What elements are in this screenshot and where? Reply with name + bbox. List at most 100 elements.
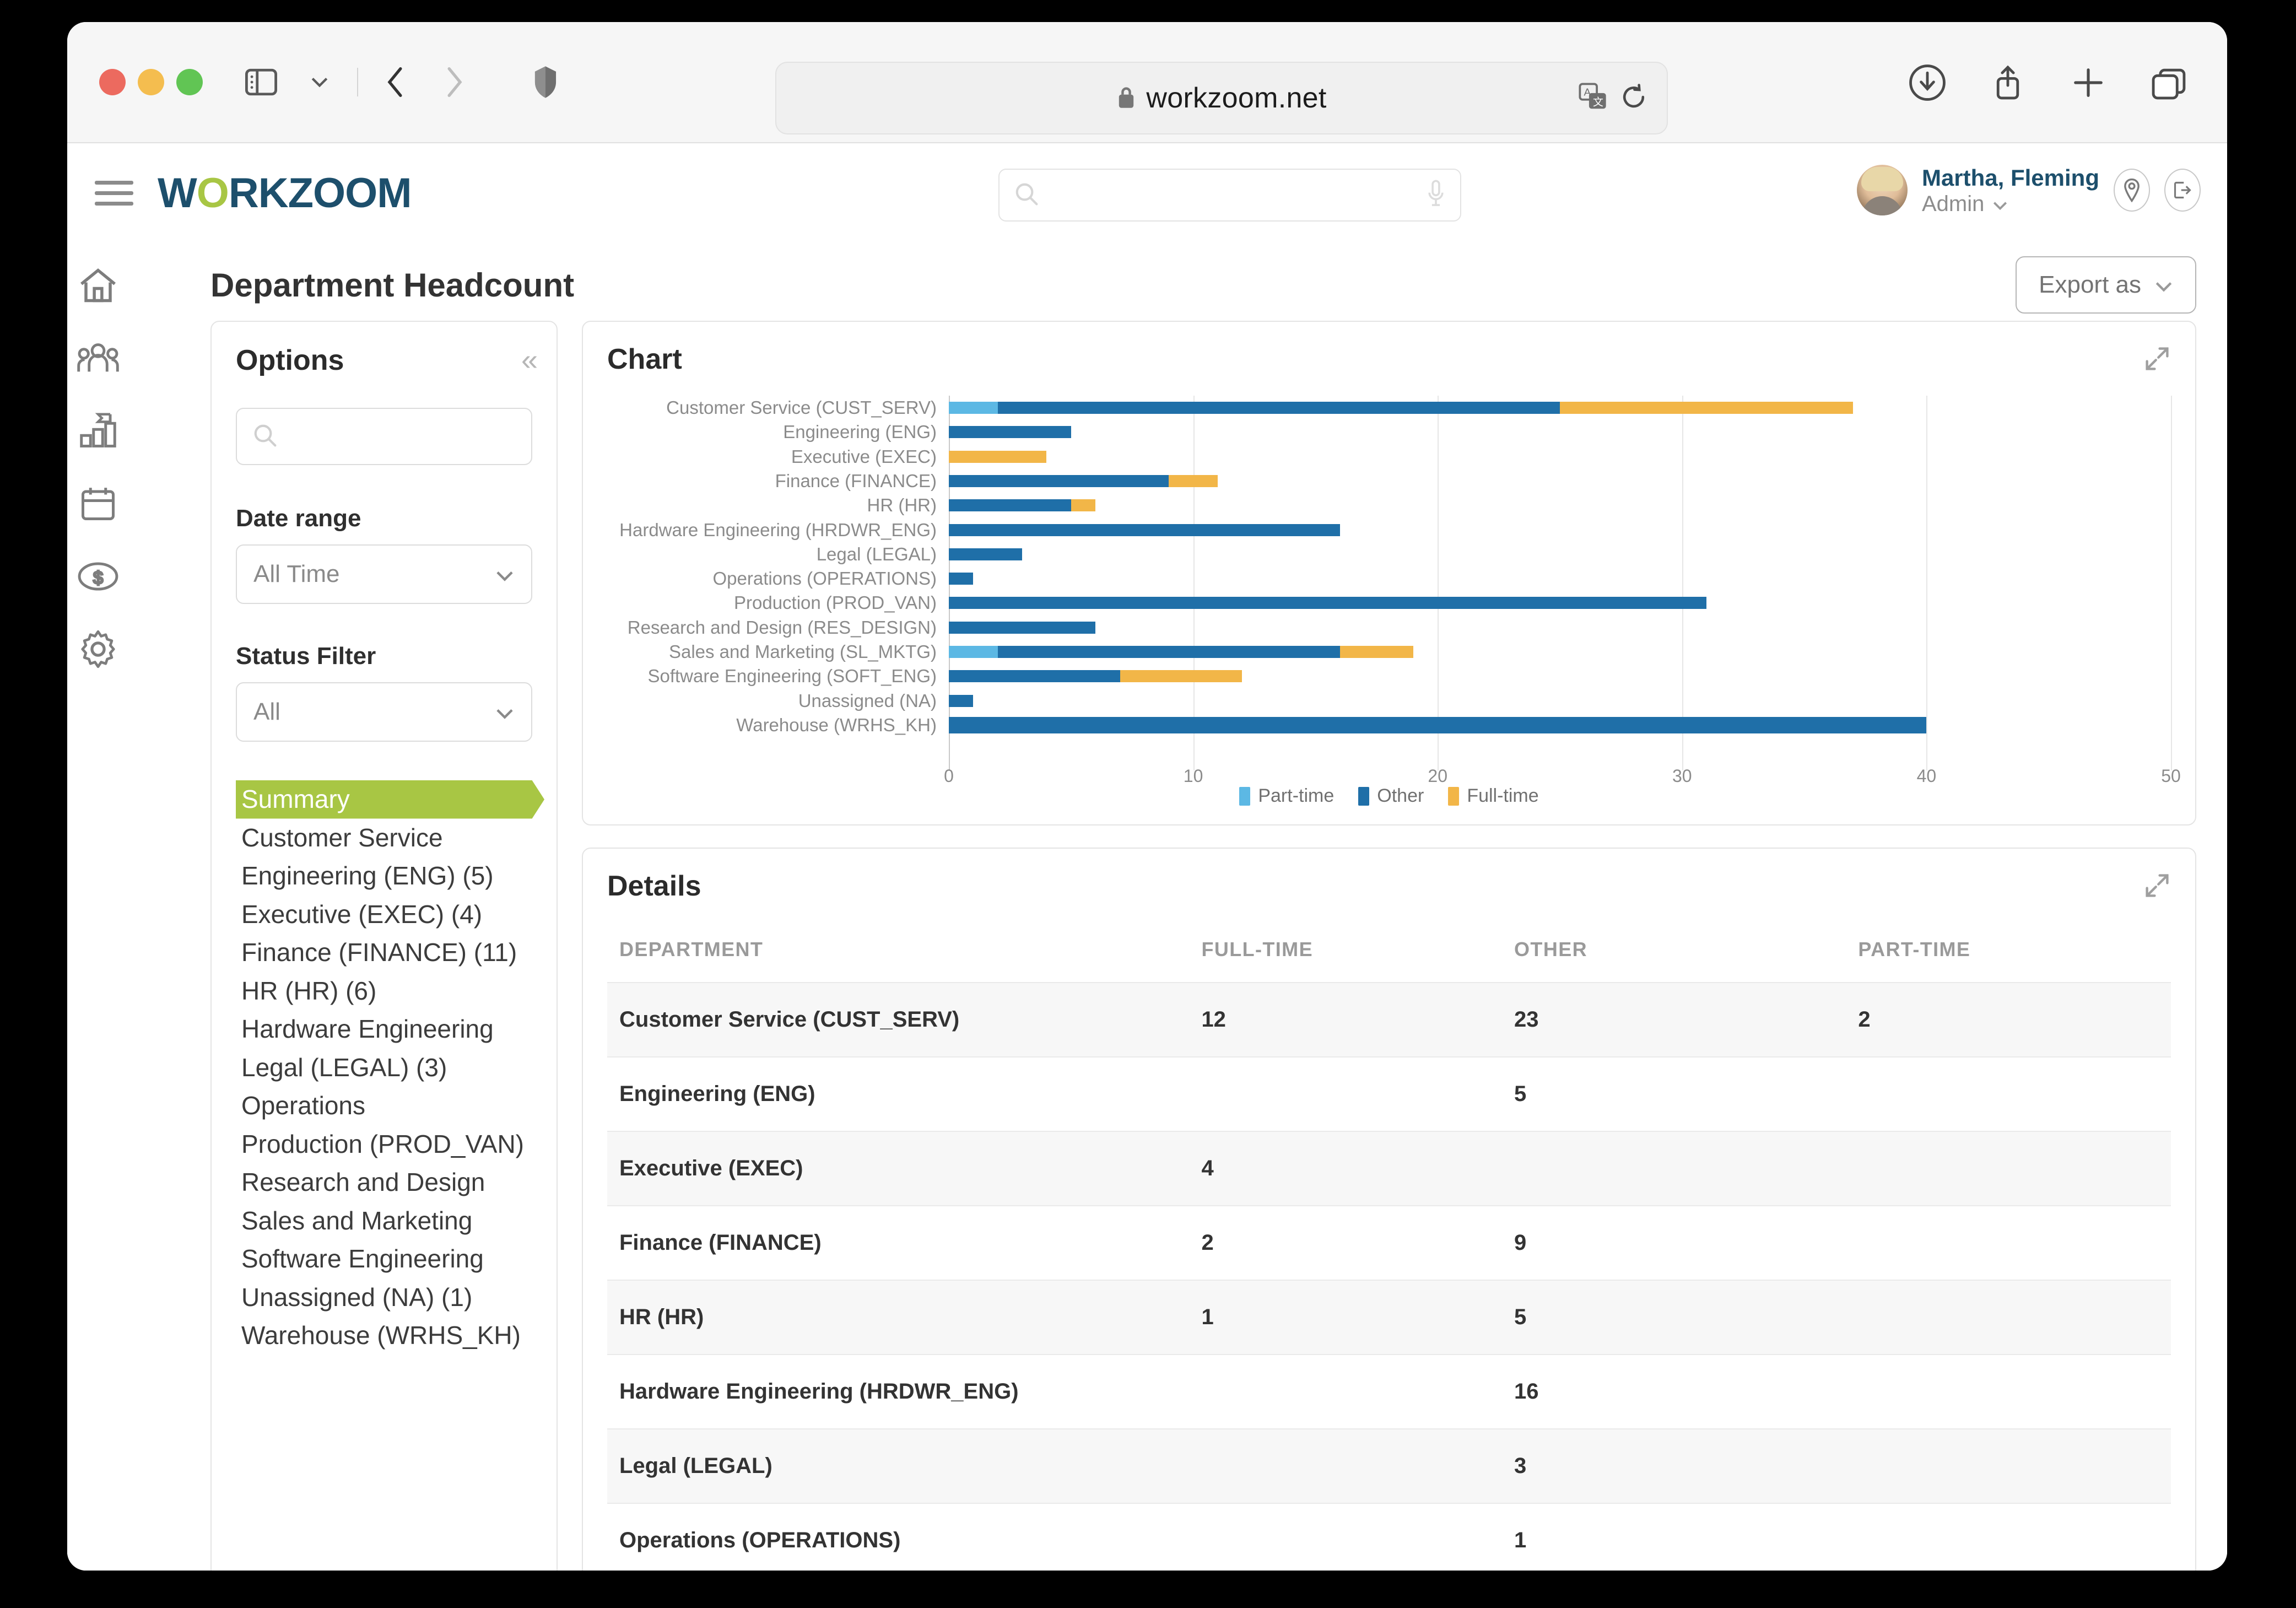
chart-row[interactable]: Hardware Engineering (HRDWR_ENG): [607, 517, 2171, 542]
sidebar-toggle-icon[interactable]: [235, 56, 288, 109]
bar-segment-full[interactable]: [1120, 670, 1242, 683]
department-item[interactable]: Production (PROD_VAN): [236, 1125, 532, 1164]
table-row[interactable]: Operations (OPERATIONS) 1: [607, 1503, 2171, 1571]
stacked-bar[interactable]: [949, 716, 2171, 733]
table-column-header[interactable]: DEPARTMENT: [607, 928, 1201, 983]
address-bar[interactable]: workzoom.net A文: [775, 62, 1668, 134]
chart-row[interactable]: Sales and Marketing (SL_MKTG): [607, 640, 2171, 664]
department-item[interactable]: Legal (LEGAL) (3): [236, 1049, 532, 1087]
table-row[interactable]: Executive (EXEC) 4: [607, 1131, 2171, 1206]
bar-segment-full[interactable]: [1339, 645, 1413, 658]
bar-segment-other[interactable]: [949, 716, 1927, 733]
chart-row[interactable]: Finance (FINANCE): [607, 469, 2171, 493]
legend-item[interactable]: Full-time: [1448, 785, 1539, 807]
maximize-window-button[interactable]: [176, 69, 203, 95]
department-item[interactable]: Warehouse (WRHS_KH): [236, 1316, 532, 1355]
stacked-bar[interactable]: [949, 670, 2171, 683]
department-item[interactable]: Executive (EXEC) (4): [236, 895, 532, 934]
department-item[interactable]: Research and Design: [236, 1163, 532, 1202]
table-row[interactable]: HR (HR) 1 5: [607, 1280, 2171, 1355]
settings-gear-icon[interactable]: [77, 628, 119, 670]
table-row[interactable]: Customer Service (CUST_SERV) 12 23 2: [607, 983, 2171, 1057]
chart-row[interactable]: Production (PROD_VAN): [607, 591, 2171, 615]
chart-row[interactable]: Warehouse (WRHS_KH): [607, 713, 2171, 737]
stacked-bar[interactable]: [949, 474, 2171, 487]
table-row[interactable]: Legal (LEGAL) 3: [607, 1429, 2171, 1503]
chart-row[interactable]: Legal (LEGAL): [607, 542, 2171, 566]
bar-segment-part[interactable]: [949, 402, 998, 414]
department-item[interactable]: Hardware Engineering: [236, 1010, 532, 1049]
reload-icon[interactable]: [1620, 83, 1647, 113]
shield-icon[interactable]: [519, 56, 572, 109]
stacked-bar[interactable]: [949, 573, 2171, 585]
bar-segment-other[interactable]: [949, 548, 1023, 560]
chart-row[interactable]: Executive (EXEC): [607, 445, 2171, 469]
close-window-button[interactable]: [99, 69, 126, 95]
performance-chart-icon[interactable]: [77, 410, 119, 452]
bar-segment-other[interactable]: [949, 474, 1169, 487]
collapse-panel-icon[interactable]: «: [521, 345, 538, 375]
plus-icon[interactable]: [2062, 56, 2115, 109]
table-column-header[interactable]: OTHER: [1514, 928, 1858, 983]
chart-row[interactable]: Software Engineering (SOFT_ENG): [607, 664, 2171, 688]
chart-row[interactable]: Customer Service (CUST_SERV): [607, 396, 2171, 420]
chart-row[interactable]: Operations (OPERATIONS): [607, 566, 2171, 591]
menu-hamburger-icon[interactable]: [95, 180, 133, 206]
minimize-window-button[interactable]: [138, 69, 164, 95]
bar-segment-other[interactable]: [949, 694, 974, 707]
options-search-input[interactable]: [236, 408, 532, 465]
department-item[interactable]: Sales and Marketing: [236, 1202, 532, 1240]
table-column-header[interactable]: PART-TIME: [1858, 928, 2171, 983]
translate-icon[interactable]: A文: [1579, 82, 1607, 114]
department-item[interactable]: Finance (FINANCE) (11): [236, 933, 532, 972]
back-arrow-icon[interactable]: [369, 56, 422, 109]
download-icon[interactable]: [1901, 56, 1954, 109]
department-item[interactable]: Operations: [236, 1087, 532, 1125]
bar-segment-full[interactable]: [949, 450, 1047, 463]
stacked-bar[interactable]: [949, 450, 2171, 463]
bar-segment-full[interactable]: [1169, 474, 1218, 487]
people-icon[interactable]: [77, 337, 119, 379]
logout-icon[interactable]: [2164, 169, 2201, 212]
tab-overview-icon[interactable]: [2142, 56, 2195, 109]
bar-segment-other[interactable]: [949, 499, 1071, 512]
date-range-select[interactable]: All Time: [236, 544, 532, 604]
calendar-icon[interactable]: [77, 483, 119, 525]
stacked-bar[interactable]: [949, 524, 2171, 536]
bar-segment-other[interactable]: [949, 621, 1096, 634]
bar-segment-other[interactable]: [949, 524, 1340, 536]
location-pin-icon[interactable]: [2114, 169, 2150, 212]
bar-segment-other[interactable]: [949, 573, 974, 585]
department-item[interactable]: Engineering (ENG) (5): [236, 857, 532, 895]
export-as-button[interactable]: Export as: [2016, 256, 2196, 314]
home-icon[interactable]: [77, 265, 119, 306]
chart-row[interactable]: Engineering (ENG): [607, 420, 2171, 444]
payroll-dollar-icon[interactable]: $: [77, 555, 119, 597]
bar-segment-full[interactable]: [1559, 402, 1854, 414]
legend-item[interactable]: Other: [1358, 785, 1424, 807]
stacked-bar[interactable]: [949, 402, 2171, 414]
stacked-bar[interactable]: [949, 548, 2171, 560]
department-item[interactable]: Unassigned (NA) (1): [236, 1278, 532, 1317]
stacked-bar[interactable]: [949, 597, 2171, 609]
bar-segment-full[interactable]: [1071, 499, 1096, 512]
stacked-bar[interactable]: [949, 426, 2171, 439]
table-row[interactable]: Finance (FINANCE) 2 9: [607, 1206, 2171, 1280]
stacked-bar[interactable]: [949, 645, 2171, 658]
table-row[interactable]: Hardware Engineering (HRDWR_ENG) 16: [607, 1355, 2171, 1429]
department-item[interactable]: HR (HR) (6): [236, 972, 532, 1011]
chevron-down-icon[interactable]: [1992, 192, 2008, 217]
microphone-icon[interactable]: [1426, 180, 1446, 211]
share-icon[interactable]: [1981, 56, 2034, 109]
chart-row[interactable]: HR (HR): [607, 493, 2171, 517]
chart-row[interactable]: Unassigned (NA): [607, 688, 2171, 713]
legend-item[interactable]: Part-time: [1239, 785, 1334, 807]
department-item[interactable]: Software Engineering: [236, 1240, 532, 1278]
forward-arrow-icon[interactable]: [428, 56, 480, 109]
bar-segment-other[interactable]: [997, 645, 1340, 658]
stacked-bar[interactable]: [949, 621, 2171, 634]
table-column-header[interactable]: FULL-TIME: [1201, 928, 1514, 983]
table-row[interactable]: Engineering (ENG) 5: [607, 1057, 2171, 1131]
bar-segment-other[interactable]: [997, 402, 1560, 414]
expand-chart-icon[interactable]: [2144, 346, 2170, 374]
